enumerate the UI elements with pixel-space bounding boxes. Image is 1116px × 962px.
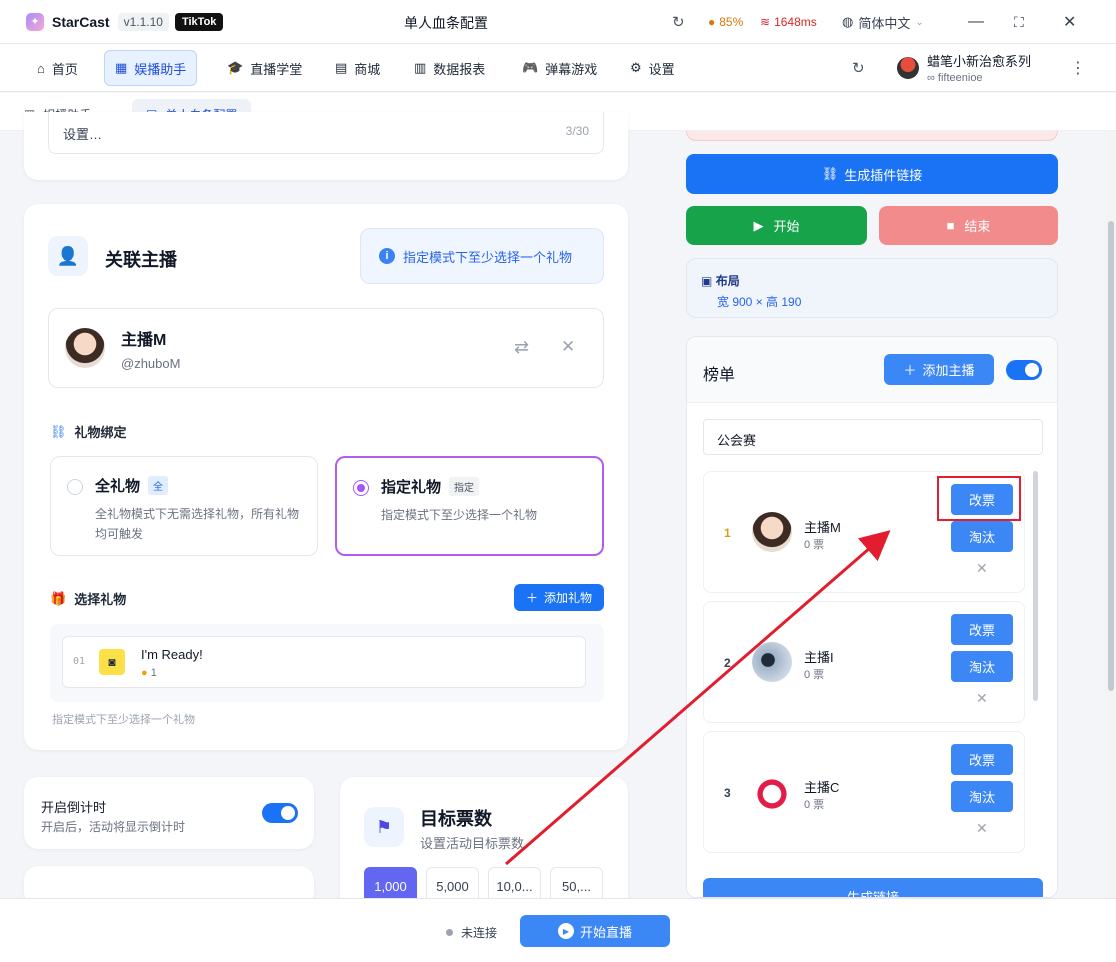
connection-status: 未连接	[446, 924, 497, 941]
start-live-button[interactable]: ▶ 开始直播	[520, 915, 670, 947]
annotation-arrow	[505, 530, 891, 866]
status-dot-icon	[446, 929, 453, 936]
bottom-bar: 未连接 ▶ 开始直播	[0, 898, 1116, 962]
play-circle-icon: ▶	[557, 923, 574, 939]
